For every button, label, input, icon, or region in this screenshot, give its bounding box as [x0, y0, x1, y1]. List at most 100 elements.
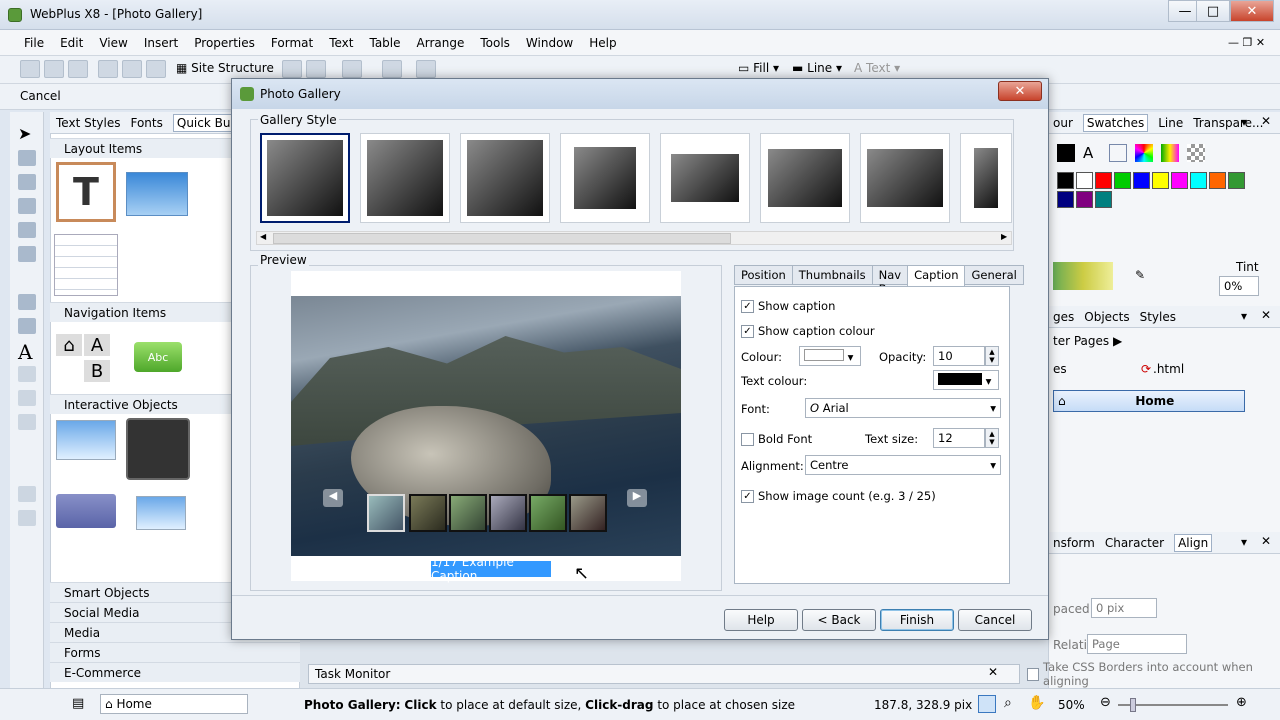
text-size-spinner[interactable]: ▲ ▼ — [985, 428, 999, 448]
html-dropdown-icon[interactable]: ⟳ — [1141, 362, 1151, 376]
tab-align[interactable]: Align — [1174, 533, 1213, 552]
gallery-style-8[interactable] — [960, 133, 1012, 223]
nav-bar-item[interactable]: ⌂ A B — [56, 334, 116, 384]
gallery-style-scrollbar[interactable]: ◀ ▶ — [256, 231, 1012, 245]
tab-text-styles[interactable]: Text Styles — [56, 116, 120, 130]
filmstrip-thumb-5[interactable] — [529, 494, 567, 532]
tab-line[interactable]: Line — [1158, 116, 1183, 130]
cut-icon[interactable] — [98, 60, 118, 78]
tint-swatches[interactable] — [1053, 262, 1113, 290]
transparency-tool-icon[interactable] — [18, 390, 36, 406]
css-borders-checkbox[interactable]: Take CSS Borders into account when align… — [1027, 660, 1280, 688]
scroll-right-icon[interactable]: ▶ — [1001, 232, 1007, 241]
zoom-fit-icon[interactable] — [978, 695, 996, 713]
eyedropper-icon[interactable]: ✎ — [1135, 268, 1145, 282]
shapes-icon[interactable] — [18, 294, 36, 310]
page-colour-icon[interactable] — [1109, 144, 1127, 162]
site-structure-button[interactable]: ▦ Site Structure — [176, 61, 274, 75]
text-dropdown[interactable]: A Text ▾ — [854, 61, 900, 75]
gallery-style-3[interactable] — [460, 133, 550, 223]
colour-swatch[interactable] — [1209, 172, 1226, 189]
table-icon[interactable] — [18, 222, 36, 238]
back-button[interactable]: < Back — [802, 609, 876, 631]
gallery-style-7[interactable] — [860, 133, 950, 223]
maximize-button[interactable]: □ — [1196, 0, 1230, 22]
home-page-item[interactable]: ⌂ Home — [1053, 390, 1245, 412]
align-menu-icon[interactable]: ▾ — [1241, 535, 1247, 549]
artistic-text-icon[interactable]: A — [18, 340, 32, 364]
page-select[interactable]: ⌂ Home — [100, 694, 248, 714]
zoom-level[interactable]: 50% — [1058, 698, 1085, 712]
scroll-left-icon[interactable]: ◀ — [260, 232, 266, 241]
rotate-icon[interactable] — [18, 150, 36, 166]
pattern-icon[interactable] — [1187, 144, 1205, 162]
pan-tool-icon[interactable]: ✋ — [1028, 695, 1045, 711]
colour-swatch[interactable] — [1114, 172, 1131, 189]
filmstrip-thumb-1[interactable] — [367, 494, 405, 532]
picture-icon[interactable] — [18, 198, 36, 214]
menu-properties[interactable]: Properties — [186, 36, 263, 50]
palette-icon[interactable] — [1135, 144, 1153, 162]
hotspot-icon[interactable] — [18, 486, 36, 502]
gallery-style-6[interactable] — [760, 133, 850, 223]
filmstrip-thumb-3[interactable] — [449, 494, 487, 532]
expand-arrow-icon[interactable]: ▶ — [1113, 334, 1122, 348]
colour-swatch[interactable] — [1057, 172, 1074, 189]
menu-file[interactable]: File — [16, 36, 52, 50]
menu-text[interactable]: Text — [321, 36, 361, 50]
open-icon[interactable] — [44, 60, 64, 78]
mdi-controls[interactable]: — ❐ ✕ — [1228, 36, 1265, 49]
menu-tools[interactable]: Tools — [472, 36, 518, 50]
lightbox-item[interactable] — [56, 494, 116, 528]
pages-menu-icon[interactable]: ▾ — [1241, 309, 1247, 323]
menu-insert[interactable]: Insert — [136, 36, 186, 50]
new-icon[interactable] — [20, 60, 40, 78]
dialog-close-button[interactable]: ✕ — [998, 81, 1042, 101]
menu-window[interactable]: Window — [518, 36, 581, 50]
tab-objects[interactable]: Objects — [1084, 310, 1129, 324]
tab-nav-bar[interactable]: Nav Bar — [871, 265, 909, 296]
colour-swatch[interactable] — [1228, 172, 1245, 189]
scrollbar-thumb[interactable] — [273, 233, 731, 244]
menu-format[interactable]: Format — [263, 36, 321, 50]
colour-swatch[interactable] — [1057, 191, 1074, 208]
next-image-icon[interactable]: ▶ — [627, 489, 647, 507]
colour-swatch[interactable] — [1095, 191, 1112, 208]
tab-caption[interactable]: Caption — [907, 265, 966, 287]
pointer-icon[interactable]: ➤ — [18, 124, 31, 143]
fill-dropdown[interactable]: ▭ Fill ▾ — [738, 61, 779, 75]
panel-close-icon[interactable]: ✕ — [1261, 114, 1271, 128]
filmstrip-thumb-4[interactable] — [489, 494, 527, 532]
pages-close-icon[interactable]: ✕ — [1261, 308, 1271, 322]
tab-fonts[interactable]: Fonts — [130, 116, 162, 130]
zoom-out-icon[interactable]: ⊖ — [1100, 695, 1111, 710]
zoom-tool-icon[interactable]: ⌕ — [1004, 695, 1012, 711]
gradient-icon[interactable] — [1161, 144, 1179, 162]
opacity-input[interactable]: 10 — [933, 346, 985, 366]
tab-transform[interactable]: nsform — [1053, 536, 1095, 550]
tab-styles[interactable]: Styles — [1140, 310, 1176, 324]
publish-icon[interactable] — [342, 60, 362, 78]
tab-character[interactable]: Character — [1105, 536, 1164, 550]
colour-swatch[interactable] — [1171, 172, 1188, 189]
show-caption-checkbox[interactable]: ✓ Show caption — [741, 299, 835, 313]
menu-help[interactable]: Help — [581, 36, 624, 50]
filmstrip-thumb-6[interactable] — [569, 494, 607, 532]
colour-swatch[interactable] — [1076, 172, 1093, 189]
preview-caption[interactable]: 1/17 Example Caption — [431, 555, 551, 583]
gallery-style-5[interactable] — [660, 133, 750, 223]
fill-swatch-icon[interactable] — [1057, 144, 1075, 162]
text-size-input[interactable]: 12 — [933, 428, 985, 448]
align-close-icon[interactable]: ✕ — [1261, 534, 1271, 548]
colour-swatch[interactable] — [1152, 172, 1169, 189]
menu-table[interactable]: Table — [361, 36, 408, 50]
tab-pages[interactable]: ges — [1053, 310, 1074, 324]
text-colour-dropdown[interactable]: ▾ — [933, 370, 999, 390]
filmstrip-thumb-2[interactable] — [409, 494, 447, 532]
paste-icon[interactable] — [146, 60, 166, 78]
menu-edit[interactable]: Edit — [52, 36, 91, 50]
gallery-style-2[interactable] — [360, 133, 450, 223]
tab-general[interactable]: General — [964, 265, 1024, 285]
opacity-spinner[interactable]: ▲ ▼ — [985, 346, 999, 366]
html-fragment-icon[interactable] — [18, 246, 36, 262]
